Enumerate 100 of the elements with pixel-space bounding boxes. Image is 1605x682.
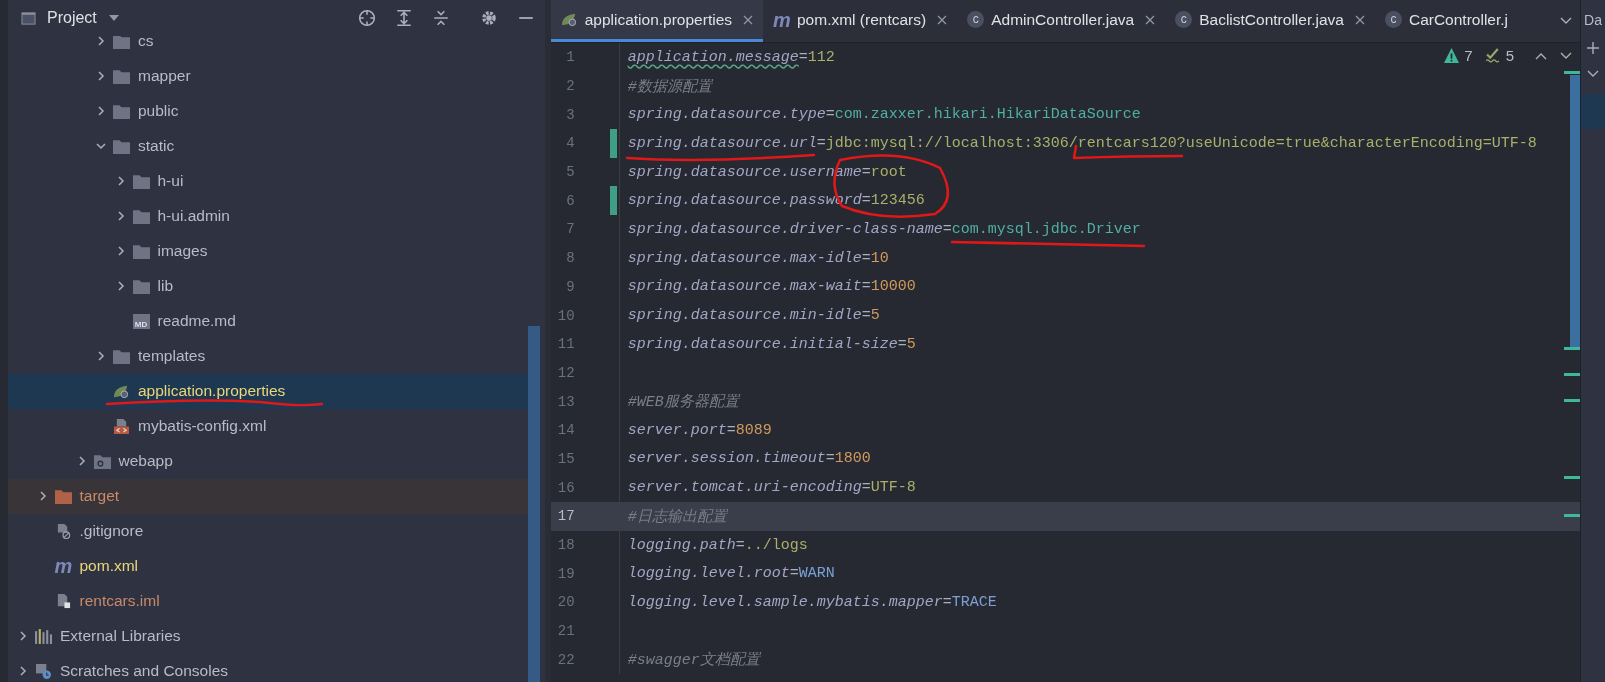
caret-icon[interactable] (108, 15, 119, 21)
line-number: 16 (556, 479, 575, 496)
tree-item[interactable]: h-ui (8, 163, 531, 199)
line-number: 12 (556, 364, 575, 381)
code-text: #WEB服务器配置 (627, 394, 739, 412)
line-number: 2 (565, 78, 575, 95)
tab-label: pom.xml (rentcars) (797, 10, 927, 29)
tree-item[interactable]: webapp (8, 443, 531, 479)
tree-item-label: pom.xml (79, 557, 139, 575)
window-icon (20, 10, 37, 26)
tab-label: AdminController.java (991, 10, 1135, 29)
tree-item[interactable]: mapper (8, 58, 531, 94)
chevron-up-icon[interactable] (1535, 51, 1547, 60)
tree-item[interactable]: m pom.xml (8, 548, 531, 584)
code-text: spring.datasource.max-wait=10000 (627, 278, 916, 296)
tree-item-label: Scratches and Consoles (60, 662, 228, 680)
change-marker[interactable] (609, 129, 617, 158)
tree-item[interactable]: lib (8, 268, 531, 304)
change-stripe (1564, 71, 1580, 74)
tree-item[interactable]: static (8, 128, 531, 164)
code-text: #日志输出配置 (627, 508, 727, 526)
tree-item[interactable]: rentcars.iml (8, 583, 531, 619)
tree-item-label: images (157, 242, 208, 260)
code-text: logging.level.sample.mybatis.mapper=TRACE (627, 593, 997, 611)
tree-item-label: mybatis-config.xml (138, 417, 267, 435)
code-text: spring.datasource.type=com.zaxxer.hikari.HikariDataSource (627, 106, 1141, 124)
settings-icon[interactable] (479, 9, 498, 27)
close-icon[interactable] (937, 14, 948, 25)
tree-item-label: External Libraries (60, 627, 181, 645)
chevron-down-icon[interactable] (1560, 17, 1572, 25)
tree-item[interactable]: Scratches and Consoles (8, 653, 531, 682)
warning-icon[interactable] (1444, 48, 1460, 63)
weak-warning-icon[interactable] (1485, 48, 1501, 63)
tree-item[interactable]: templates (8, 338, 531, 374)
editor-tab[interactable]: c BaclistController.java (1165, 0, 1375, 42)
scrollbar-thumb[interactable] (527, 326, 540, 682)
tree-item-label: webapp (118, 452, 173, 470)
tree-item[interactable]: cs (8, 36, 531, 59)
tree-item[interactable]: target (8, 478, 531, 514)
chevron-icon[interactable] (95, 70, 107, 82)
code-text: #数据源配置 (627, 78, 712, 96)
line-number: 5 (565, 164, 575, 181)
line-number: 18 (556, 537, 575, 554)
code-text: spring.datasource.max-idle=10 (627, 249, 889, 267)
editor-tab[interactable]: c AdminController.java (957, 0, 1166, 42)
code-text: #swagger文档配置 (627, 652, 760, 670)
tree-item-label: cs (138, 36, 154, 50)
tree-item-label: rentcars.iml (79, 592, 160, 610)
line-number: 4 (565, 135, 575, 152)
tree-item[interactable]: .gitignore (8, 513, 531, 549)
tree-item[interactable]: images (8, 233, 531, 269)
chevron-icon[interactable] (17, 630, 29, 642)
leaf-gear-icon (560, 12, 578, 27)
tree-item-label: h-ui (157, 172, 184, 190)
code-text: spring.datasource.url=jdbc:mysql://localhost:3306/rentcars120?useUnicode=true&characterEncoding=UTF-8 (627, 134, 1537, 152)
chevron-down-icon[interactable] (1560, 51, 1572, 60)
tree-item[interactable]: mybatis-config.xml (8, 408, 531, 444)
editor-tab[interactable]: m pom.xml (rentcars) (763, 0, 958, 42)
tree-item-label: h-ui.admin (157, 207, 230, 225)
chevron-icon[interactable] (95, 105, 107, 117)
tree-item[interactable]: MD readme.md (8, 303, 531, 339)
folder-icon (132, 243, 150, 259)
locate-icon[interactable] (357, 9, 376, 27)
close-icon[interactable] (1145, 14, 1156, 25)
change-stripe (1564, 347, 1580, 350)
tree-item[interactable]: h-ui.admin (8, 198, 531, 234)
tree-item-label: .gitignore (79, 522, 144, 540)
leaf-gear-icon (113, 383, 130, 399)
line-number: 9 (565, 278, 575, 295)
code-text: server.port=8089 (627, 421, 772, 439)
tree-item[interactable]: External Libraries (8, 618, 531, 654)
project-view-dropdown[interactable]: Project (43, 9, 123, 27)
chevron-icon[interactable] (95, 350, 107, 362)
close-icon[interactable] (743, 14, 753, 25)
chevron-icon[interactable] (17, 665, 29, 677)
line-number: 11 (556, 336, 575, 353)
editor-tab[interactable]: c CarController.j (1374, 0, 1518, 42)
tree-item-label: target (79, 487, 120, 505)
line-number: 13 (556, 393, 575, 410)
close-icon[interactable] (1354, 14, 1365, 25)
scrollbar-thumb[interactable] (1570, 75, 1580, 349)
change-marker[interactable] (609, 186, 617, 216)
tab-label: application.properties (584, 10, 732, 29)
folder-icon (113, 138, 130, 154)
folder-icon (113, 103, 130, 119)
chevron-icon[interactable] (95, 140, 107, 152)
line-number: 15 (556, 450, 575, 467)
class-icon: c (1175, 11, 1193, 28)
tree-item-label: public (138, 102, 179, 120)
collapse-all-icon[interactable] (431, 9, 450, 27)
chevron-icon[interactable] (95, 36, 107, 47)
expand-all-icon[interactable] (394, 9, 413, 27)
plus-icon[interactable] (1587, 42, 1599, 54)
folder-icon (132, 278, 150, 294)
tree-item[interactable]: application.properties (8, 373, 531, 409)
editor-tab[interactable]: application.properties (550, 0, 763, 42)
weak-warning-count: 5 (1505, 47, 1514, 64)
maven-icon: m (773, 11, 790, 28)
panel-title[interactable]: Da (1584, 12, 1602, 28)
tree-item[interactable]: public (8, 93, 531, 129)
